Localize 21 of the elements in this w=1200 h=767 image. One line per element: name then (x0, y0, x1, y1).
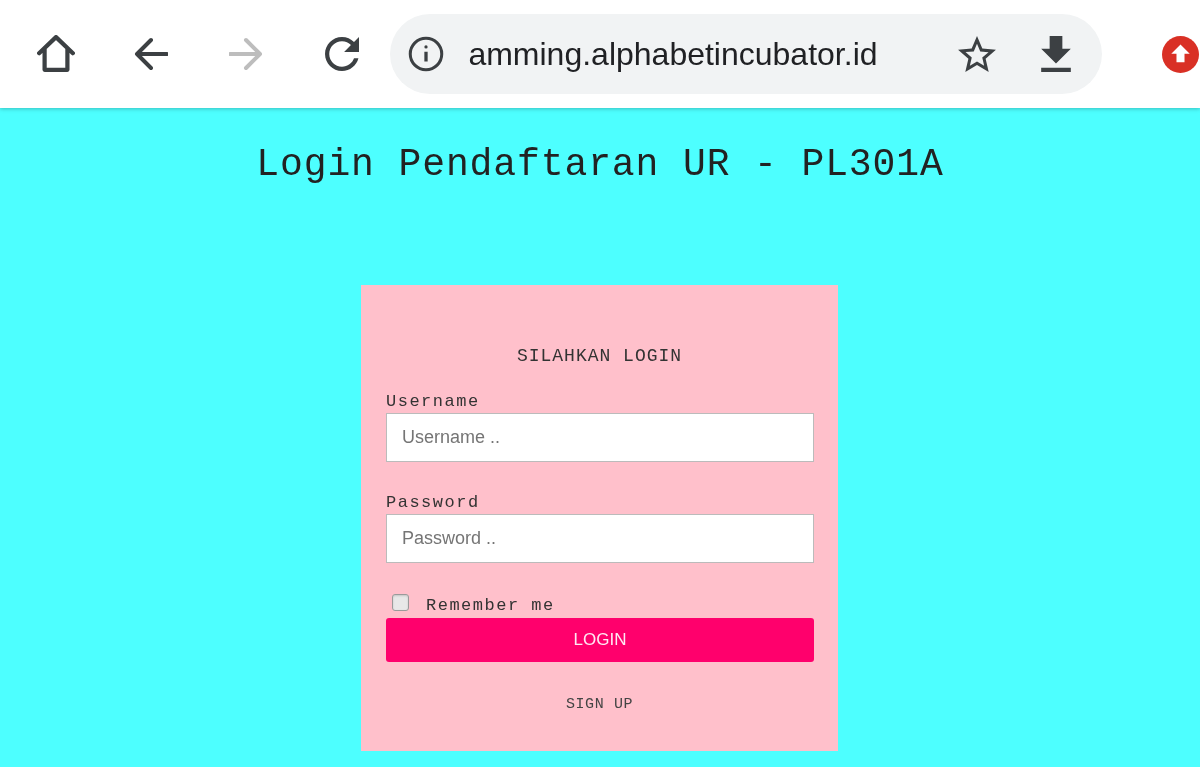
address-bar[interactable]: amming.alphabetincubator.id (390, 14, 1103, 94)
card-heading: SILAHKAN LOGIN (516, 345, 683, 367)
home-icon (36, 35, 75, 73)
download-icon (1041, 36, 1072, 72)
text-field[interactable]: Username .. (386, 413, 814, 462)
url-text: amming.alphabetincubator.id (468, 35, 878, 74)
login-button[interactable]: LOGIN (386, 618, 814, 662)
checkbox-label: Remember me (426, 596, 555, 616)
info-icon (408, 36, 445, 72)
page-title: Login Pendaftaran UR - PL301A (256, 142, 944, 188)
star-icon (958, 36, 997, 72)
reload-icon (324, 37, 359, 71)
back-arrow-icon (134, 37, 168, 71)
field-label: Password (386, 493, 480, 513)
field-label: Username (386, 392, 480, 412)
update-button[interactable] (1160, 34, 1200, 74)
text-field[interactable]: Password .. (386, 514, 814, 563)
sign-up-link[interactable]: SIGN UP (565, 696, 634, 714)
bookmark-button[interactable] (957, 34, 998, 74)
checkbox[interactable] (392, 594, 409, 611)
forward-arrow-icon (229, 37, 264, 71)
